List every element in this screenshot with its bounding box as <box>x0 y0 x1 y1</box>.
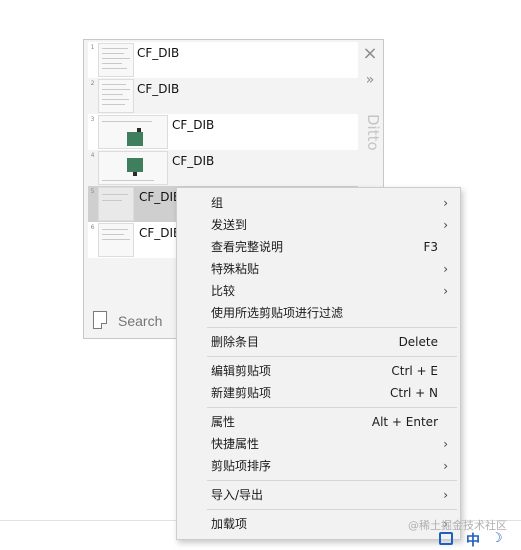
clip-row-number: 1 <box>90 44 95 51</box>
menu-item-compare[interactable]: 比较 › <box>177 280 460 302</box>
close-icon[interactable]: × <box>362 45 378 63</box>
menu-item-label: 组 <box>211 196 224 210</box>
menu-item-send-to[interactable]: 发送到 › <box>177 214 460 236</box>
clip-row[interactable]: 4 CF_DIB <box>88 150 358 186</box>
clip-row-number: 5 <box>90 188 95 195</box>
submenu-arrow-icon: › <box>443 218 448 232</box>
menu-item-import-export[interactable]: 导入/导出 › <box>177 484 460 506</box>
clip-thumbnail <box>98 79 134 113</box>
clip-thumbnail <box>98 151 168 185</box>
menu-separator <box>207 356 457 357</box>
clip-row-number: 2 <box>90 80 95 87</box>
menu-item-label: 剪贴项排序 <box>211 459 272 473</box>
menu-item-label: 比较 <box>211 284 236 298</box>
clip-thumbnail <box>98 223 134 257</box>
double-chevron-right-icon[interactable]: » <box>362 72 378 88</box>
submenu-arrow-icon: › <box>443 459 448 473</box>
menu-item-label: 快捷属性 <box>211 437 260 451</box>
menu-item-quick-properties[interactable]: 快捷属性 › <box>177 433 460 455</box>
menu-item-label: 特殊粘贴 <box>211 262 260 276</box>
submenu-arrow-icon: › <box>443 488 448 502</box>
menu-item-delete[interactable]: 删除条目 Delete <box>177 331 460 353</box>
menu-item-view-full-description[interactable]: 查看完整说明 F3 <box>177 236 460 258</box>
submenu-arrow-icon: › <box>443 262 448 276</box>
menu-item-edit-clip[interactable]: 编辑剪贴项 Ctrl + E <box>177 360 460 382</box>
ditto-brand-label: Ditto <box>364 114 382 151</box>
menu-item-group[interactable]: 组 › <box>177 192 460 214</box>
clip-thumbnail <box>98 43 134 77</box>
clip-text: CF_DIB <box>172 154 215 168</box>
menu-item-shortcut: Alt + Enter <box>371 415 438 429</box>
menu-item-properties[interactable]: 属性 Alt + Enter <box>177 411 460 433</box>
clip-text: CF_DIB <box>172 118 215 132</box>
clip-text: CF_DIB <box>139 226 182 240</box>
clip-text: CF_DIB <box>137 46 180 60</box>
menu-item-label: 属性 <box>211 415 236 429</box>
menu-item-label: 加载项 <box>211 517 248 531</box>
menu-item-filter-by-selection[interactable]: 使用所选剪贴项进行过滤 <box>177 302 460 324</box>
submenu-arrow-icon: › <box>443 437 448 451</box>
submenu-arrow-icon: › <box>443 284 448 298</box>
clip-text: CF_DIB <box>137 82 180 96</box>
tray-app-icon[interactable] <box>439 532 453 545</box>
clip-row-number: 6 <box>90 224 95 231</box>
clip-row[interactable]: 1 CF_DIB <box>88 42 358 78</box>
menu-item-shortcut: Delete <box>398 335 438 349</box>
ditto-side-panel: × » Ditto <box>358 42 382 192</box>
submenu-arrow-icon: › <box>443 196 448 210</box>
menu-item-label: 导入/导出 <box>211 488 264 502</box>
clip-thumbnail <box>98 187 134 221</box>
menu-item-shortcut: Ctrl + E <box>391 364 438 378</box>
clip-row-number: 4 <box>90 152 95 159</box>
menu-item-label: 查看完整说明 <box>211 240 284 254</box>
menu-item-label: 删除条目 <box>211 335 260 349</box>
menu-item-shortcut: F3 <box>423 240 438 254</box>
menu-separator <box>207 407 457 408</box>
clip-row-number: 3 <box>90 116 95 123</box>
menu-separator <box>207 480 457 481</box>
menu-item-sort-clips[interactable]: 剪贴项排序 › <box>177 455 460 477</box>
context-menu: 组 › 发送到 › 查看完整说明 F3 特殊粘贴 › 比较 › 使用所选剪贴项进… <box>176 187 461 540</box>
menu-item-label: 发送到 <box>211 218 248 232</box>
system-tray: 中 ☽ <box>437 530 521 550</box>
clip-thumbnail <box>98 115 168 149</box>
menu-item-label: 编辑剪贴项 <box>211 364 272 378</box>
menu-separator <box>207 509 457 510</box>
note-icon[interactable] <box>93 311 107 329</box>
clip-row[interactable]: 3 CF_DIB <box>88 114 358 150</box>
menu-item-special-paste[interactable]: 特殊粘贴 › <box>177 258 460 280</box>
menu-item-label: 使用所选剪贴项进行过滤 <box>211 306 344 320</box>
menu-item-label: 新建剪贴项 <box>211 386 272 400</box>
clip-row[interactable]: 2 CF_DIB <box>88 78 358 114</box>
moon-icon[interactable]: ☽ <box>491 531 503 546</box>
menu-separator <box>207 327 457 328</box>
menu-item-shortcut: Ctrl + N <box>389 386 438 400</box>
menu-item-new-clip[interactable]: 新建剪贴项 Ctrl + N <box>177 382 460 404</box>
ime-language-indicator[interactable]: 中 <box>466 530 480 550</box>
clip-text: CF_DIB <box>139 190 182 204</box>
